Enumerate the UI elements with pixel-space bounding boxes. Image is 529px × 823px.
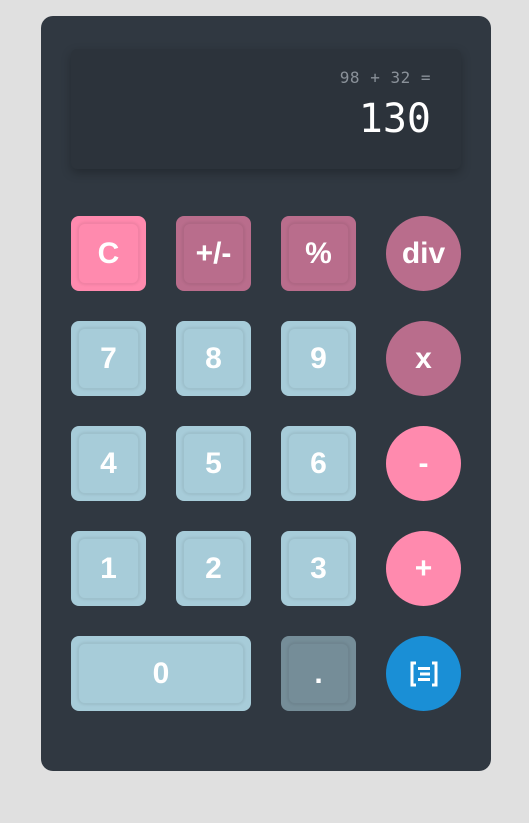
one-button[interactable]: 1	[71, 531, 146, 606]
six-label: 6	[310, 446, 327, 480]
percent-label: %	[305, 236, 332, 270]
clear-button[interactable]: C	[71, 216, 146, 291]
three-button[interactable]: 3	[281, 531, 356, 606]
multiply-label: x	[415, 341, 432, 375]
clear-label: C	[97, 236, 120, 270]
two-label: 2	[205, 551, 222, 585]
four-button[interactable]: 4	[71, 426, 146, 501]
percent-button[interactable]: %	[281, 216, 356, 291]
divide-label: div	[401, 236, 446, 270]
nine-label: 9	[310, 341, 327, 375]
zero-label: 0	[152, 656, 170, 690]
equals-button[interactable]	[386, 636, 461, 711]
display: 98 + 32 = 130	[71, 49, 461, 169]
zero-button[interactable]: 0	[71, 636, 251, 711]
three-label: 3	[310, 551, 327, 585]
four-label: 4	[100, 446, 117, 480]
seven-button[interactable]: 7	[71, 321, 146, 396]
add-label: +	[414, 551, 433, 585]
add-button[interactable]: +	[386, 531, 461, 606]
two-button[interactable]: 2	[176, 531, 251, 606]
decimal-label: .	[314, 656, 323, 690]
seven-label: 7	[100, 341, 117, 375]
subtract-label: -	[418, 446, 429, 480]
one-label: 1	[100, 551, 117, 585]
five-label: 5	[205, 446, 222, 480]
negate-label: +/-	[195, 236, 232, 270]
six-button[interactable]: 6	[281, 426, 356, 501]
calculator: 98 + 32 = 130 C +/- % div 7 8 9 x 4 5 6 …	[41, 16, 491, 771]
multiply-button[interactable]: x	[386, 321, 461, 396]
eight-label: 8	[205, 341, 222, 375]
five-button[interactable]: 5	[176, 426, 251, 501]
result-text: 130	[358, 96, 431, 142]
negate-button[interactable]: +/-	[176, 216, 251, 291]
decimal-button[interactable]: .	[281, 636, 356, 711]
eight-button[interactable]: 8	[176, 321, 251, 396]
equals-icon	[410, 661, 437, 686]
divide-button[interactable]: div	[386, 216, 461, 291]
nine-button[interactable]: 9	[281, 321, 356, 396]
expression-text: 98 + 32 =	[339, 68, 431, 87]
subtract-button[interactable]: -	[386, 426, 461, 501]
